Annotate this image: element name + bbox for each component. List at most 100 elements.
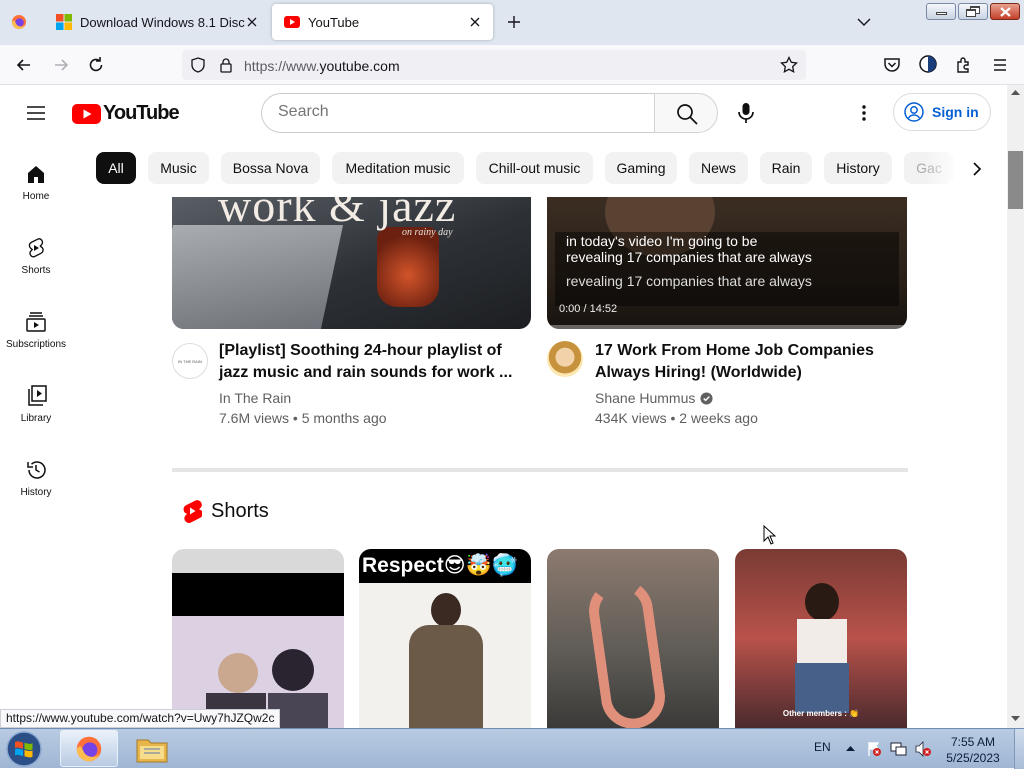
hamburger-menu-icon[interactable] [26, 103, 46, 123]
search-icon [677, 104, 698, 125]
bookmark-star-icon[interactable] [780, 56, 798, 74]
lock-icon[interactable] [218, 57, 234, 73]
more-options-icon[interactable] [854, 103, 874, 123]
new-tab-icon[interactable] [506, 14, 522, 30]
tab-youtube[interactable]: YouTube [272, 4, 493, 40]
chip-gaming[interactable]: Gaming [605, 152, 677, 184]
short-black-band [172, 573, 344, 616]
library-icon [28, 385, 47, 406]
firefox-menu-icon[interactable] [11, 14, 27, 30]
link-status-url: https://www.youtube.com/watch?v=Uwy7hJZQ… [0, 709, 281, 728]
short-thumbnail[interactable]: Other members : 👏 [735, 549, 907, 728]
progress-bar[interactable] [547, 325, 907, 329]
extensions-puzzle-icon[interactable] [954, 55, 974, 75]
youtube-logo[interactable]: YouTube [72, 102, 180, 125]
close-icon [1000, 7, 1011, 17]
show-hidden-icons-icon[interactable] [846, 745, 855, 751]
pocket-icon[interactable] [882, 55, 902, 75]
tracking-protection-shield-icon[interactable] [190, 57, 206, 73]
guide-item-shorts[interactable]: Shorts [0, 217, 72, 291]
shorts-icon [28, 238, 44, 258]
video-thumbnail[interactable]: work & jazz on rainy day [172, 197, 531, 329]
tab-windows-download[interactable]: Download Windows 8.1 Disc Im [44, 4, 270, 40]
video-title-line: Always Hiring! (Worldwide) [595, 364, 802, 381]
chip-history[interactable]: History [824, 152, 892, 184]
guide-item-home[interactable]: Home [0, 143, 72, 217]
person-shape [409, 625, 483, 728]
chip-all[interactable]: All [96, 152, 136, 184]
guide-label: Shorts [21, 265, 51, 276]
person-shape [805, 583, 839, 621]
show-desktop-button[interactable] [1014, 729, 1024, 769]
guide-item-history[interactable]: History [0, 439, 72, 513]
guide-label: Home [22, 191, 50, 202]
browser-tab-bar: Download Windows 8.1 Disc Im YouTube [0, 0, 1024, 45]
caption-line: revealing 17 companies that are always [566, 249, 812, 265]
close-tab-icon[interactable] [244, 14, 260, 30]
taskbar-clock[interactable]: 7:55 AM 5/25/2023 [936, 734, 1010, 766]
short-thumbnail[interactable] [547, 549, 719, 728]
short-thumbnail[interactable] [172, 549, 344, 728]
guide-label: History [20, 487, 52, 498]
short-overlay-text: Respect😎🤯🥶 [362, 554, 518, 577]
youtube-logo-icon [72, 103, 101, 124]
channel-avatar[interactable] [547, 341, 583, 377]
shorts-heading: Shorts [211, 499, 269, 522]
video-title[interactable]: 17 Work From Home Job Companies Always H… [595, 340, 895, 384]
chip-chill-out-music[interactable]: Chill-out music [476, 152, 593, 184]
channel-name[interactable]: Shane Hummus [595, 388, 695, 408]
app-menu-icon[interactable] [990, 55, 1010, 75]
scrollbar-thumb[interactable] [1008, 151, 1023, 209]
search-input[interactable] [278, 103, 638, 121]
video-title[interactable]: [Playlist] Soothing 24-hour playlist of … [219, 340, 519, 384]
start-button[interactable] [4, 730, 44, 768]
windows-start-orb-icon [6, 731, 42, 767]
folder-icon [136, 739, 168, 763]
video-thumbnail[interactable]: in today's video I'm going to be reveali… [547, 197, 907, 329]
chip-meditation-music[interactable]: Meditation music [332, 152, 464, 184]
shorts-logo-icon [183, 500, 202, 523]
scroll-up-arrow-icon[interactable] [1011, 89, 1020, 95]
voice-search-button[interactable] [726, 93, 766, 133]
tab-title: Download Windows 8.1 Disc Im [80, 14, 246, 30]
rope-shape [584, 575, 670, 728]
reload-icon[interactable] [86, 55, 106, 75]
caption-text: in today's video I'm going to be reveali… [566, 233, 812, 265]
short-top-band [172, 549, 344, 573]
back-icon[interactable] [14, 55, 34, 75]
close-window-button[interactable] [990, 3, 1020, 20]
search-button[interactable] [654, 93, 718, 133]
list-all-tabs-icon[interactable] [856, 14, 872, 30]
sign-in-button[interactable]: Sign in [893, 93, 991, 131]
minimize-button[interactable] [926, 3, 956, 20]
microsoft-icon [56, 14, 72, 30]
scroll-down-arrow-icon[interactable] [1011, 716, 1020, 722]
windows-taskbar: EN 7:55 AM 5/25/2023 [0, 728, 1024, 769]
guide-item-library[interactable]: Library [0, 365, 72, 439]
url-bar[interactable]: https://www.youtube.com [182, 50, 806, 80]
thumbnail-subtitle: on rainy day [402, 227, 453, 238]
action-center-flag-icon[interactable] [866, 741, 882, 757]
guide-item-subscriptions[interactable]: Subscriptions [0, 291, 72, 365]
url-text[interactable]: https://www.youtube.com [244, 58, 400, 74]
close-tab-icon[interactable] [467, 14, 483, 30]
person-shape [218, 653, 258, 693]
channel-avatar[interactable]: IN THE RAIN [172, 343, 208, 379]
volume-muted-icon[interactable] [914, 741, 932, 757]
chip-bossa-nova[interactable]: Bossa Nova [221, 152, 320, 184]
search-box[interactable] [261, 93, 655, 133]
dark-reader-extension-icon[interactable] [918, 54, 938, 74]
chip-rain[interactable]: Rain [760, 152, 812, 184]
chip-news[interactable]: News [689, 152, 748, 184]
forward-icon[interactable] [51, 55, 71, 75]
taskbar-firefox-button[interactable] [60, 730, 118, 767]
channel-name[interactable]: In The Rain [219, 388, 291, 408]
chip-music[interactable]: Music [148, 152, 209, 184]
caption-line: revealing 17 companies that are always [566, 273, 812, 289]
short-thumbnail[interactable]: Respect😎🤯🥶 [359, 549, 531, 728]
taskbar-explorer-button[interactable] [124, 730, 180, 767]
network-icon[interactable] [890, 741, 908, 757]
restore-button[interactable] [958, 3, 988, 20]
input-language-indicator[interactable]: EN [814, 740, 831, 754]
chevron-right-icon[interactable] [968, 160, 986, 178]
